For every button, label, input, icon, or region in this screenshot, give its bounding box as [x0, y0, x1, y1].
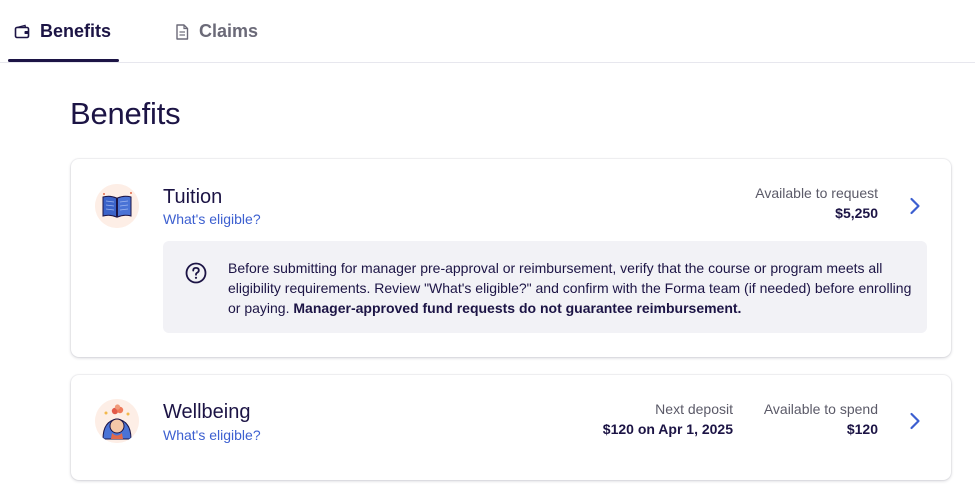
tab-claims-label: Claims [199, 21, 259, 41]
available-to-request: Available to request $5,250 [755, 185, 878, 221]
notice-emphasis: Manager-approved fund requests do not gu… [293, 300, 742, 316]
available-to-spend: Available to spend $120 [764, 401, 878, 437]
next-deposit: Next deposit $120 on Apr 1, 2025 [603, 401, 733, 437]
available-label: Available to spend [763, 401, 878, 417]
wellbeing-person-icon [95, 399, 139, 443]
deposit-label: Next deposit [655, 401, 733, 417]
notice-text: Before submitting for manager pre-approv… [228, 258, 918, 318]
benefit-card-wellbeing[interactable]: Wellbeing What's eligible? Next deposit … [71, 375, 951, 480]
deposit-value: $120 on Apr 1, 2025 [602, 421, 733, 437]
eligibility-notice: Before submitting for manager pre-approv… [163, 241, 927, 333]
book-icon [95, 184, 139, 228]
available-label: Available to request [755, 185, 878, 201]
benefit-name: Tuition [163, 186, 223, 208]
chevron-right-icon[interactable] [905, 411, 925, 431]
active-tab-indicator [8, 59, 119, 62]
tab-bar: Benefits Claims [0, 0, 975, 63]
available-value: $5,250 [835, 205, 878, 221]
tab-benefits-label: Benefits [40, 21, 112, 41]
available-value: $120 [846, 421, 878, 437]
tab-benefits[interactable]: Benefits [14, 0, 111, 63]
whats-eligible-link[interactable]: What's eligible? [163, 427, 261, 443]
document-icon [176, 23, 189, 40]
chevron-right-icon[interactable] [905, 196, 925, 216]
benefit-card-tuition[interactable]: Tuition What's eligible? Available to re… [71, 159, 951, 357]
benefit-name: Wellbeing [163, 401, 251, 423]
tab-claims[interactable]: Claims [175, 0, 258, 63]
page-title: Benefits [70, 96, 181, 131]
wallet-icon [14, 24, 30, 38]
question-circle-icon [185, 262, 207, 284]
whats-eligible-link[interactable]: What's eligible? [163, 211, 261, 227]
